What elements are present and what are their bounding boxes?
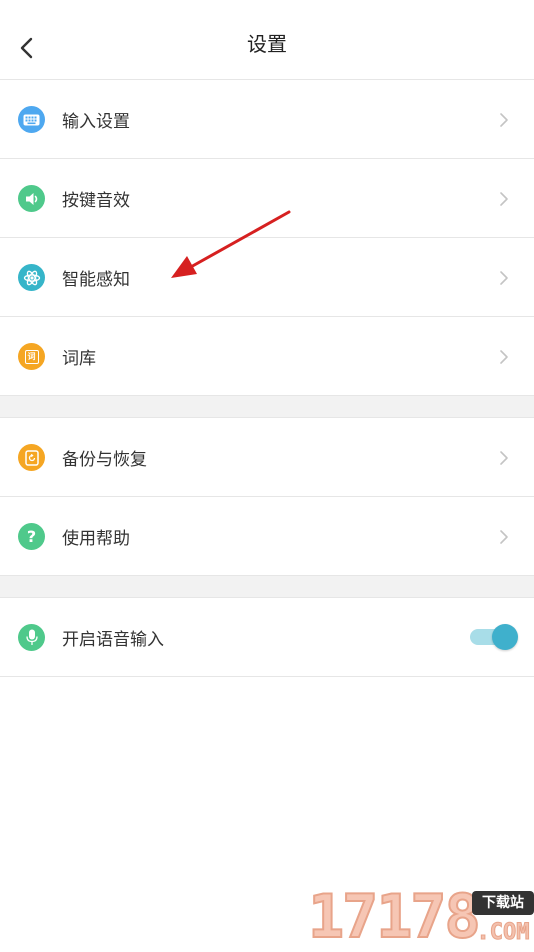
settings-item-key-sound[interactable]: 按键音效 — [0, 159, 534, 238]
settings-item-smart-sense[interactable]: 智能感知 — [0, 238, 534, 317]
settings-item-label: 使用帮助 — [62, 528, 130, 549]
speaker-icon — [18, 185, 45, 212]
settings-item-label: 开启语音输入 — [62, 629, 164, 650]
chevron-right-icon — [500, 192, 508, 206]
settings-item-dictionary[interactable]: 词 词库 — [0, 317, 534, 396]
watermark-badge: 下载站 — [472, 891, 534, 915]
page-title: 设置 — [247, 32, 287, 56]
dictionary-icon: 词 — [18, 343, 45, 370]
settings-item-label: 按键音效 — [62, 190, 130, 211]
toggle-knob — [492, 624, 518, 650]
back-button[interactable] — [8, 30, 44, 66]
chevron-left-icon — [20, 37, 33, 59]
settings-item-input[interactable]: 输入设置 — [0, 80, 534, 159]
dictionary-icon-glyph: 词 — [27, 351, 36, 361]
microphone-icon — [18, 624, 45, 651]
settings-item-label: 词库 — [62, 348, 96, 369]
chevron-right-icon — [500, 350, 508, 364]
watermark-logo: 17178 下载站 .COM — [307, 882, 534, 952]
chevron-right-icon — [500, 113, 508, 127]
watermark-digits: 17178 — [307, 882, 482, 952]
settings-item-label: 输入设置 — [62, 111, 130, 132]
help-icon: ? — [18, 523, 45, 550]
section-divider — [0, 396, 534, 418]
chevron-right-icon — [500, 451, 508, 465]
atom-icon — [18, 264, 45, 291]
section-divider — [0, 576, 534, 598]
watermark-suffix: .COM — [476, 920, 530, 946]
settings-list: 输入设置 按键音效 智能感知 词 词库 备份与恢复 ? 使用帮助 开启语音输入 — [0, 80, 534, 677]
settings-item-help[interactable]: ? 使用帮助 — [0, 497, 534, 576]
settings-item-label: 备份与恢复 — [62, 449, 147, 470]
settings-item-voice-input: 开启语音输入 — [0, 598, 534, 677]
voice-input-toggle[interactable] — [470, 623, 518, 651]
settings-item-label: 智能感知 — [62, 269, 130, 290]
settings-item-backup[interactable]: 备份与恢复 — [0, 418, 534, 497]
help-icon-glyph: ? — [26, 526, 37, 546]
top-bar: 设置 — [0, 0, 534, 80]
keyboard-icon — [18, 106, 45, 133]
chevron-right-icon — [500, 530, 508, 544]
backup-icon — [18, 444, 45, 471]
chevron-right-icon — [500, 271, 508, 285]
